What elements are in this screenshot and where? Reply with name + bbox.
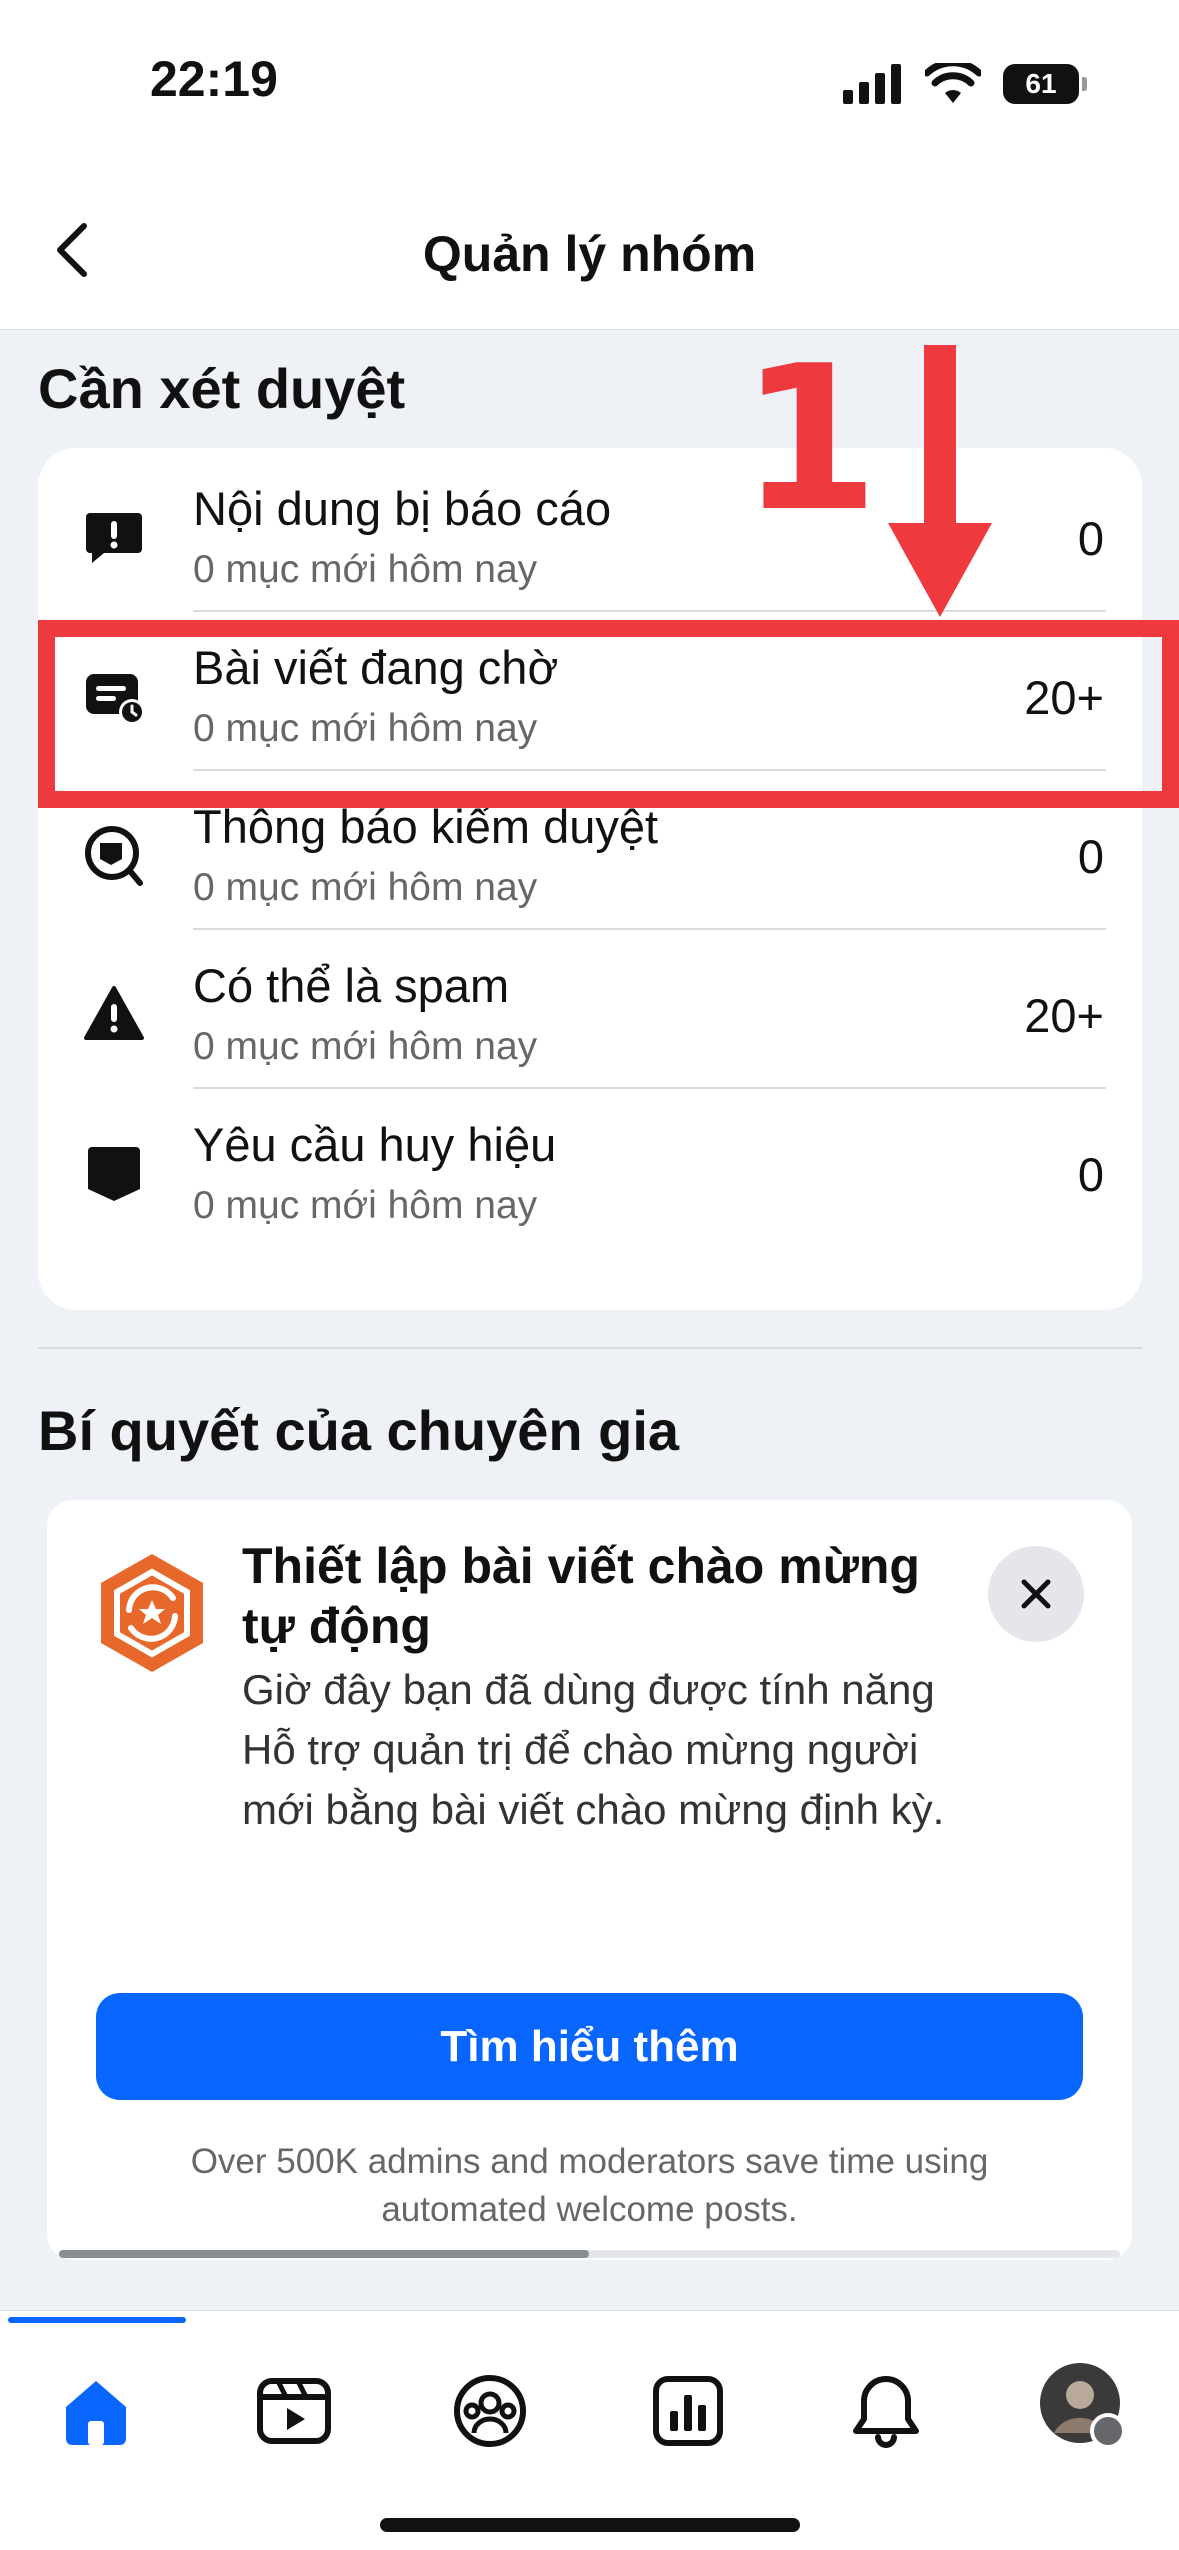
groups-icon[interactable] xyxy=(450,2371,530,2451)
wifi-icon xyxy=(925,63,981,103)
annotation-arrow-icon xyxy=(888,345,992,617)
tip-card: Thiết lập bài viết chào mừng tự động Giờ… xyxy=(47,1500,1132,2260)
home-icon[interactable] xyxy=(56,2371,136,2451)
tips-section-title: Bí quyết của chuyên gia xyxy=(38,1399,680,1462)
signal-icon xyxy=(843,64,901,104)
tip-body: Giờ đây bạn đã dùng được tính năng Hỗ tr… xyxy=(242,1666,945,1833)
status-bar: 22:19 61 xyxy=(0,0,1179,170)
learn-more-button[interactable]: Tìm hiểu thêm xyxy=(96,1993,1083,2100)
row-count: 0 xyxy=(1077,512,1104,565)
moderation-alert-icon xyxy=(85,826,143,886)
nav-header: Quản lý nhóm xyxy=(0,170,1179,330)
annotation-highlight-box xyxy=(38,620,1179,808)
page-title: Quản lý nhóm xyxy=(422,226,757,282)
row-count: 0 xyxy=(1077,1148,1104,1201)
row-title: Nội dung bị báo cáo xyxy=(193,482,612,535)
tip-title: Thiết lập bài viết chào mừng tự động xyxy=(242,1538,920,1654)
section-divider xyxy=(38,1347,1142,1349)
row-count: 0 xyxy=(1077,830,1104,883)
tab-bar xyxy=(0,2310,1179,2550)
close-icon xyxy=(1021,1579,1051,1609)
profile-avatar[interactable] xyxy=(1038,2361,1126,2449)
menu-badge-icon xyxy=(1090,2413,1126,2449)
review-row-badge-requests[interactable]: Yêu cầu huy hiệu 0 mục mới hôm nay 0 xyxy=(38,1089,1142,1248)
close-button[interactable] xyxy=(988,1546,1084,1642)
row-title: Yêu cầu huy hiệu xyxy=(193,1118,557,1171)
review-section-title: Cần xét duyệt xyxy=(38,357,406,420)
row-title: Có thể là spam xyxy=(193,959,510,1012)
status-time: 22:19 xyxy=(150,51,278,107)
status-icons: 61 xyxy=(843,58,1087,110)
row-count: 20+ xyxy=(1024,989,1104,1042)
video-icon[interactable] xyxy=(254,2371,334,2451)
spam-warning-icon xyxy=(84,986,144,1040)
review-row-possible-spam[interactable]: Có thể là spam 0 mục mới hôm nay 20+ xyxy=(38,930,1142,1089)
tip-footer: Over 500K admins and moderators save tim… xyxy=(190,2142,989,2229)
notifications-icon[interactable] xyxy=(846,2371,926,2451)
active-tab-indicator xyxy=(8,2317,186,2323)
row-subtitle: 0 mục mới hôm nay xyxy=(193,1025,538,1068)
badge-icon xyxy=(88,1147,140,1201)
row-subtitle: 0 mục mới hôm nay xyxy=(193,1184,538,1227)
row-subtitle: 0 mục mới hôm nay xyxy=(193,866,538,909)
annotation-number: 1 xyxy=(740,323,880,556)
home-indicator xyxy=(380,2518,800,2532)
insights-icon[interactable] xyxy=(648,2371,728,2451)
row-subtitle: 0 mục mới hôm nay xyxy=(193,548,538,591)
admin-assist-icon xyxy=(101,1554,203,1672)
scrollbar-thumb[interactable] xyxy=(59,2250,589,2258)
horizontal-scrollbar[interactable] xyxy=(59,2250,1120,2258)
battery-icon: 61 xyxy=(1003,64,1087,104)
report-icon xyxy=(86,513,142,563)
